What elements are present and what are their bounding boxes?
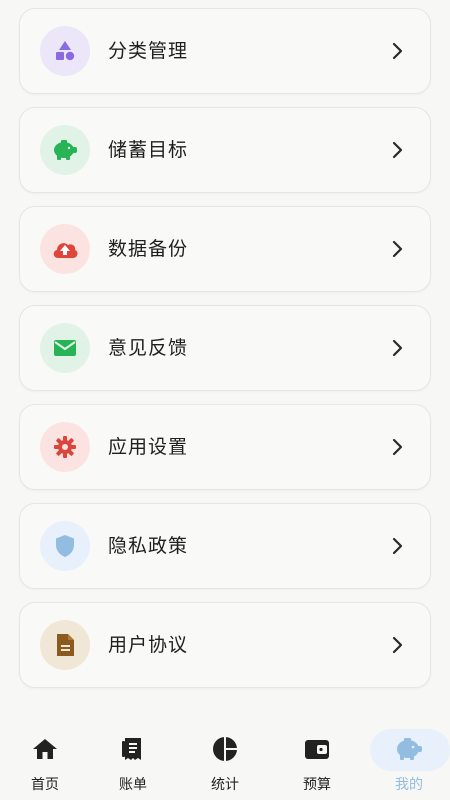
home-icon: [30, 734, 60, 764]
bottom-tab-bar: 首页 账单 统计 预算 我的: [0, 722, 450, 800]
menu-item-app-settings[interactable]: 应用设置: [19, 404, 431, 490]
menu-item-label: 数据备份: [108, 238, 189, 260]
menu-item-savings-goal[interactable]: 储蓄目标: [19, 107, 431, 193]
menu-item-label: 分类管理: [108, 40, 189, 62]
chevron-right-icon: [386, 633, 408, 657]
menu-item-label: 储蓄目标: [108, 139, 189, 161]
tab-home[interactable]: 首页: [0, 722, 90, 800]
shapes-icon: [40, 26, 90, 76]
menu-item-label: 隐私政策: [108, 535, 189, 557]
wallet-icon: [302, 734, 332, 764]
piggy-bank-icon: [394, 734, 424, 764]
tab-label: 账单: [119, 777, 147, 793]
menu-item-feedback[interactable]: 意见反馈: [19, 305, 431, 391]
menu-item-label: 应用设置: [108, 436, 189, 458]
tab-label: 首页: [31, 777, 59, 793]
chevron-right-icon: [386, 534, 408, 558]
chevron-right-icon: [386, 237, 408, 261]
menu-item-label: 意见反馈: [108, 337, 189, 359]
chevron-right-icon: [386, 138, 408, 162]
menu-item-user-agreement[interactable]: 用户协议: [19, 602, 431, 688]
chevron-right-icon: [386, 435, 408, 459]
tab-bills[interactable]: 账单: [88, 722, 178, 800]
shield-icon: [40, 521, 90, 571]
gear-icon: [40, 422, 90, 472]
document-icon: [40, 620, 90, 670]
tab-budget[interactable]: 预算: [272, 722, 362, 800]
cloud-upload-icon: [40, 224, 90, 274]
menu-item-category-management[interactable]: 分类管理: [19, 8, 431, 94]
tab-label: 我的: [395, 777, 423, 793]
tab-mine[interactable]: 我的: [364, 722, 450, 800]
menu-item-label: 用户协议: [108, 634, 189, 656]
chevron-right-icon: [386, 39, 408, 63]
menu-item-data-backup[interactable]: 数据备份: [19, 206, 431, 292]
mail-icon: [40, 323, 90, 373]
app-root: 分类管理 储蓄目标 数据备份 意见反馈 应用设置 隐私政策 用户协议 首页 账单…: [0, 0, 450, 800]
menu-item-privacy-policy[interactable]: 隐私政策: [19, 503, 431, 589]
tab-label: 预算: [303, 777, 331, 793]
receipt-icon: [118, 734, 148, 764]
piggy-bank-icon: [40, 125, 90, 175]
tab-statistics[interactable]: 统计: [180, 722, 270, 800]
chevron-right-icon: [386, 336, 408, 360]
tab-label: 统计: [211, 777, 239, 793]
pie-chart-icon: [210, 734, 240, 764]
